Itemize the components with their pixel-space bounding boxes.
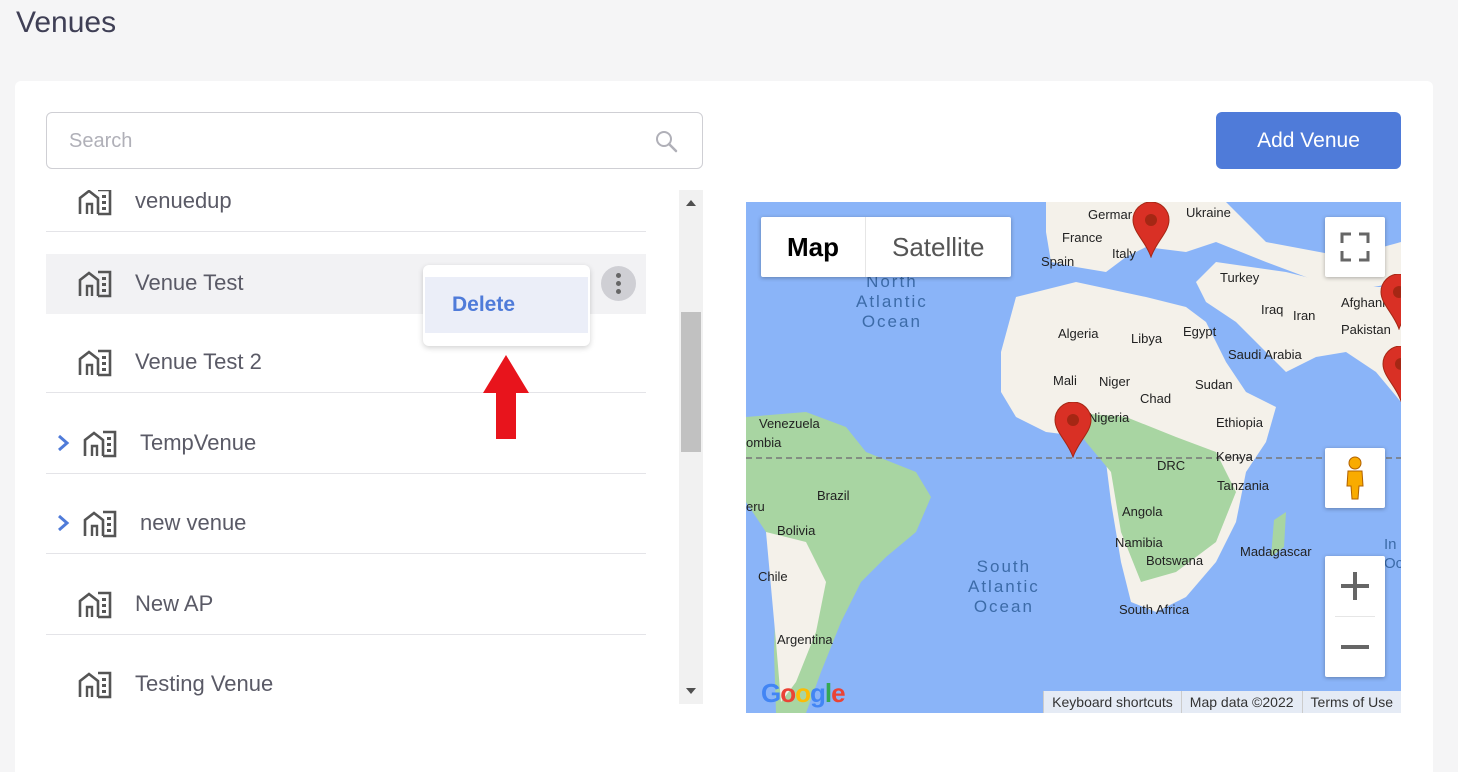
- delete-menu-item[interactable]: Delete: [425, 277, 588, 333]
- venue-name: New AP: [135, 591, 214, 616]
- map-label: Ethiopia: [1216, 415, 1263, 430]
- page-title: Venues: [16, 6, 117, 39]
- map-label: Egypt: [1183, 324, 1217, 339]
- map-label: Libya: [1131, 331, 1163, 346]
- venue-row-tempvenue[interactable]: TempVenue: [46, 414, 646, 474]
- map-label: France: [1062, 230, 1103, 245]
- building-icon: [83, 510, 117, 538]
- map-label: Bolivia: [777, 523, 816, 538]
- venue-list-scrollbar[interactable]: [679, 190, 703, 704]
- map-label: South Africa: [1119, 602, 1190, 617]
- map-label: Argentina: [777, 632, 833, 647]
- venue-map[interactable]: North Atlantic Ocean South Atlantic Ocea…: [746, 202, 1401, 713]
- map-marker-icon[interactable]: [1380, 274, 1401, 330]
- map-data-text: Map data ©2022: [1180, 691, 1302, 713]
- chevron-right-icon[interactable]: [56, 433, 70, 453]
- venue-name: Testing Venue: [135, 671, 274, 696]
- map-marker-icon[interactable]: [1132, 202, 1170, 258]
- ocean-label-south-atlantic: South Atlantic Ocean: [968, 557, 1040, 616]
- map-label: Turkey: [1220, 270, 1260, 285]
- map-label: Mali: [1053, 373, 1077, 388]
- map-label: Chad: [1140, 391, 1172, 406]
- building-icon: [78, 591, 112, 619]
- map-label: Germar: [1088, 207, 1133, 222]
- map-label: In: [1384, 536, 1397, 553]
- annotation-up-arrow-icon: [483, 355, 529, 439]
- scroll-down-arrow-icon[interactable]: [685, 686, 697, 696]
- map-label: Niger: [1099, 374, 1131, 389]
- venue-row-venuedup[interactable]: venuedup: [46, 190, 646, 232]
- fullscreen-icon: [1340, 232, 1370, 262]
- map-label: DRC: [1157, 458, 1186, 473]
- zoom-in-button[interactable]: [1325, 556, 1385, 616]
- map-marker-icon[interactable]: [1382, 346, 1401, 402]
- building-icon: [78, 671, 112, 699]
- terms-of-use-link[interactable]: Terms of Use: [1301, 691, 1401, 713]
- venue-name: venuedup: [135, 190, 232, 213]
- map-label: Namibia: [1115, 535, 1163, 550]
- google-logo: Google: [761, 678, 846, 708]
- map-label: Sudan: [1195, 377, 1233, 392]
- map-label: Algeria: [1058, 326, 1099, 341]
- add-venue-button[interactable]: Add Venue: [1216, 112, 1401, 169]
- map-label: Brazil: [817, 488, 850, 503]
- map-attribution-bar: Keyboard shortcuts Map data ©2022 Terms …: [1043, 691, 1401, 713]
- map-type-satellite-button[interactable]: Satellite: [866, 217, 1011, 277]
- map-label: Madagascar: [1240, 544, 1312, 559]
- venue-context-menu: Delete: [423, 265, 590, 346]
- search-box[interactable]: [46, 112, 703, 169]
- ocean-label-north-atlantic: North Atlantic Ocean: [856, 272, 928, 331]
- keyboard-shortcuts-link[interactable]: Keyboard shortcuts: [1043, 691, 1181, 713]
- venue-name: Venue Test: [135, 270, 244, 295]
- kebab-dot: [616, 273, 621, 278]
- venue-row-new-ap[interactable]: New AP: [46, 575, 646, 635]
- search-input[interactable]: [69, 127, 629, 155]
- map-label: Tanzania: [1217, 478, 1270, 493]
- building-icon: [78, 190, 112, 216]
- fullscreen-button[interactable]: [1325, 217, 1385, 277]
- kebab-dot: [616, 289, 621, 294]
- map-label: Iran: [1293, 308, 1316, 323]
- map-label: Angola: [1122, 504, 1163, 519]
- zoom-out-button[interactable]: [1325, 617, 1385, 677]
- building-icon: [83, 430, 117, 458]
- map-label: Venezuela: [759, 416, 820, 431]
- venue-name: Venue Test 2: [135, 349, 262, 374]
- map-label: Iraq: [1261, 302, 1284, 317]
- more-options-button[interactable]: [601, 266, 636, 301]
- map-marker-icon[interactable]: [1054, 402, 1092, 458]
- chevron-right-icon[interactable]: [56, 513, 70, 533]
- zoom-control: [1325, 556, 1385, 677]
- map-label: eru: [746, 499, 765, 514]
- pegman-icon: [1346, 456, 1364, 500]
- map-label: ombia: [746, 435, 782, 450]
- map-label: Oc: [1384, 555, 1401, 572]
- search-icon[interactable]: [654, 129, 678, 153]
- venue-list[interactable]: venuedup Venue Test Venue Test 2 TempVen…: [46, 190, 703, 704]
- map-label: Spain: [1041, 254, 1075, 269]
- building-icon: [78, 349, 112, 377]
- venue-row-new-venue[interactable]: new venue: [46, 494, 646, 554]
- building-icon: [78, 270, 112, 298]
- scroll-up-arrow-icon[interactable]: [685, 198, 697, 208]
- map-type-map-button[interactable]: Map: [761, 217, 866, 277]
- kebab-dot: [616, 281, 621, 286]
- map-label: Ukraine: [1186, 205, 1231, 220]
- map-label: Chile: [758, 569, 788, 584]
- map-label: Nigeria: [1088, 410, 1130, 425]
- scrollbar-thumb[interactable]: [681, 312, 701, 452]
- map-label: Kenya: [1216, 449, 1253, 464]
- street-view-pegman-button[interactable]: [1325, 448, 1385, 508]
- map-type-control: Map Satellite: [761, 217, 1011, 277]
- venue-name: TempVenue: [140, 430, 257, 455]
- venue-row-testing-venue[interactable]: Testing Venue: [46, 655, 646, 704]
- map-label: Saudi Arabia: [1228, 347, 1302, 362]
- map-label: Botswana: [1146, 553, 1204, 568]
- venue-name: new venue: [140, 510, 247, 535]
